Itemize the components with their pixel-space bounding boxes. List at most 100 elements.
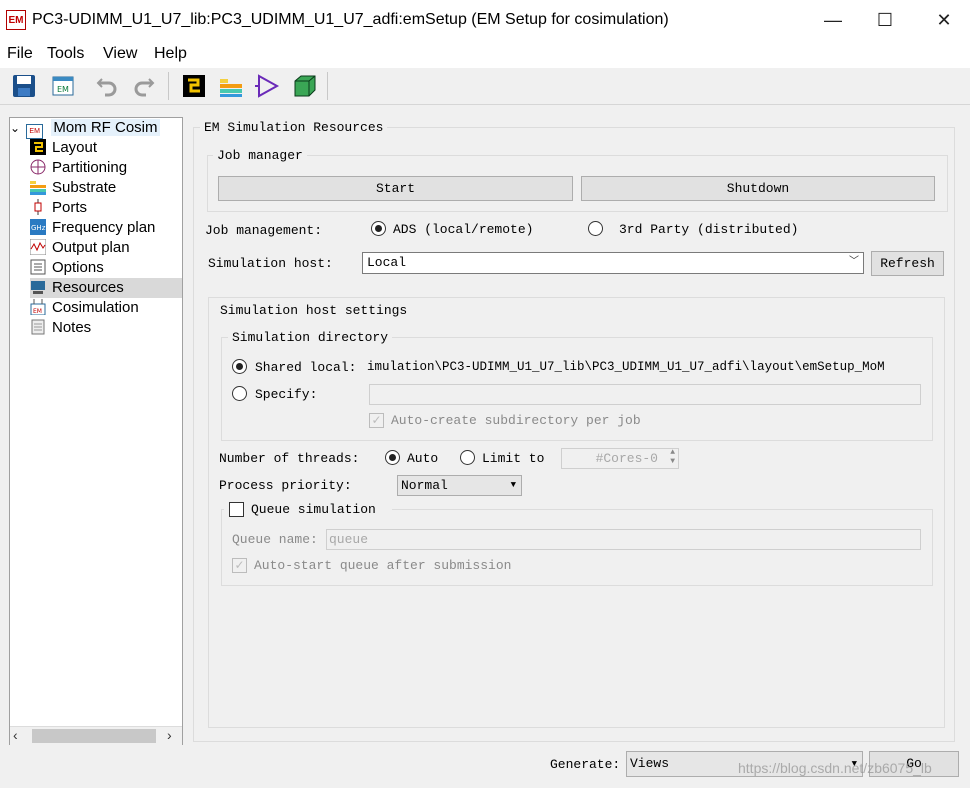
menu-tools[interactable]: Tools <box>47 45 84 63</box>
job-management-label: Job management: <box>205 223 323 238</box>
queue-name-input[interactable]: queue <box>326 529 921 550</box>
tree-root-mom-rf-cosim[interactable]: ⌄ EM Mom RF Cosim <box>10 118 160 139</box>
threads-limit-spinbox[interactable]: #Cores-0 ▲ ▼ <box>561 448 679 469</box>
em-icon: EM <box>26 124 44 139</box>
frequency-icon: GHz <box>30 219 46 235</box>
start-button[interactable]: Start <box>218 176 573 201</box>
undo-icon[interactable] <box>94 73 120 99</box>
radio-third-party[interactable] <box>588 221 603 236</box>
tree-item-cosimulation[interactable]: EM Cosimulation <box>30 298 139 318</box>
menu-bar <box>0 40 970 68</box>
shutdown-button[interactable]: Shutdown <box>581 176 935 201</box>
tree-item-notes[interactable]: Notes <box>30 318 91 338</box>
radio-threads-limit[interactable] <box>460 450 475 465</box>
substrate-icon <box>30 179 46 195</box>
chevron-down-icon[interactable]: ﹀ <box>849 253 859 273</box>
3d-view-icon[interactable] <box>292 73 318 99</box>
radio-specify[interactable] <box>232 386 247 401</box>
auto-start-queue-checkbox[interactable]: ✓ <box>232 558 247 573</box>
scroll-right-icon[interactable]: › <box>167 727 172 743</box>
simulate-icon[interactable] <box>255 73 281 99</box>
toolbar-separator <box>327 72 328 100</box>
priority-label: Process priority: <box>219 478 352 493</box>
menu-help[interactable]: Help <box>154 45 187 63</box>
radio-ads[interactable] <box>371 221 386 236</box>
simulation-host-value: Local <box>367 255 407 270</box>
shared-local-path: imulation\PC3-UDIMM_U1_U7_lib\PC3_UDIMM_… <box>367 360 885 374</box>
scroll-left-icon[interactable]: ‹ <box>13 727 18 743</box>
tree-item-label: Options <box>52 259 104 276</box>
generate-value: Views <box>630 756 670 771</box>
shared-local-label[interactable]: Shared local: <box>255 360 356 375</box>
tree-root-label: Mom RF Cosim <box>51 119 160 136</box>
menu-file[interactable]: File <box>7 45 33 63</box>
tree-item-output-plan[interactable]: Output plan <box>29 238 130 258</box>
tree-item-label: Cosimulation <box>52 299 139 316</box>
tree-item-label: Substrate <box>52 179 117 196</box>
tree-item-label: Partitioning <box>52 159 128 176</box>
svg-text:EM: EM <box>33 308 42 315</box>
notes-icon <box>30 319 46 335</box>
threads-limit-label[interactable]: Limit to <box>482 451 544 466</box>
threads-auto-label[interactable]: Auto <box>407 451 438 466</box>
menu-view[interactable]: View <box>103 45 137 63</box>
save-icon[interactable] <box>11 73 37 99</box>
simulation-host-label: Simulation host: <box>208 256 333 271</box>
simulation-directory-title: Simulation directory <box>228 330 393 345</box>
cosimulation-icon: EM <box>30 299 46 316</box>
tree-item-layout[interactable]: Layout <box>30 138 97 158</box>
layout-icon <box>30 139 46 155</box>
priority-value: Normal <box>401 478 448 493</box>
ports-icon <box>30 199 46 215</box>
em-window-icon[interactable]: EM <box>50 73 76 99</box>
auto-create-label: Auto-create subdirectory per job <box>391 413 641 428</box>
watermark: https://blog.csdn.net/zb6075_lb <box>738 760 932 776</box>
queue-name-label: Queue name: <box>232 532 318 547</box>
job-manager-title: Job manager <box>213 148 307 163</box>
close-button[interactable]: ✕ <box>921 0 967 40</box>
tree-item-label: Notes <box>52 319 92 336</box>
queue-simulation-label[interactable]: Queue simulation <box>251 502 376 517</box>
auto-create-checkbox[interactable]: ✓ <box>369 413 384 428</box>
tree-item-label: Ports <box>52 199 88 216</box>
svg-text:EM: EM <box>57 85 69 94</box>
scrollbar-thumb[interactable] <box>32 729 156 743</box>
app-icon: EM <box>6 10 26 30</box>
tree-item-options[interactable]: Options <box>30 258 104 278</box>
radio-third-party-label[interactable]: 3rd Party (distributed) <box>619 222 798 237</box>
tree-item-resources[interactable]: Resources <box>30 278 182 298</box>
minimize-button[interactable]: — <box>810 0 856 40</box>
radio-shared-local[interactable] <box>232 359 247 374</box>
toolbar-separator <box>168 72 169 100</box>
svg-text:GHz: GHz <box>31 224 46 232</box>
auto-start-queue-label: Auto-start queue after submission <box>254 558 512 573</box>
tree-item-ports[interactable]: Ports <box>30 198 87 218</box>
refresh-button[interactable]: Refresh <box>871 251 944 276</box>
tree-item-label: Output plan <box>52 239 130 256</box>
spin-arrows-icon[interactable]: ▲ ▼ <box>670 448 675 466</box>
redo-icon[interactable] <box>131 73 157 99</box>
specify-input[interactable] <box>369 384 921 405</box>
host-settings-title: Simulation host settings <box>216 303 412 318</box>
tree-item-frequency-plan[interactable]: GHz Frequency plan <box>30 218 155 238</box>
specify-label[interactable]: Specify: <box>255 387 317 402</box>
options-icon <box>30 259 46 275</box>
dropdown-arrow-icon[interactable]: ▼ <box>511 476 516 495</box>
tree-item-substrate[interactable]: Substrate <box>30 178 116 198</box>
maximize-button[interactable]: ☐ <box>862 0 908 40</box>
partitioning-icon <box>30 159 46 175</box>
generate-label: Generate: <box>550 757 621 772</box>
layout-icon[interactable] <box>181 73 207 99</box>
simulation-host-select[interactable]: Local ﹀ <box>362 252 864 274</box>
section-title: EM Simulation Resources <box>200 120 388 135</box>
threads-label: Number of threads: <box>219 451 360 466</box>
tree-item-partitioning[interactable]: Partitioning <box>30 158 127 178</box>
radio-threads-auto[interactable] <box>385 450 400 465</box>
queue-simulation-checkbox[interactable] <box>229 502 244 517</box>
radio-ads-label[interactable]: ADS (local/remote) <box>393 222 533 237</box>
substrate-icon[interactable] <box>218 73 244 99</box>
tree-item-label: Frequency plan <box>52 219 156 236</box>
output-plan-icon <box>29 238 47 256</box>
chevron-down-icon[interactable]: ⌄ <box>10 118 22 138</box>
priority-select[interactable]: Normal ▼ <box>397 475 522 496</box>
